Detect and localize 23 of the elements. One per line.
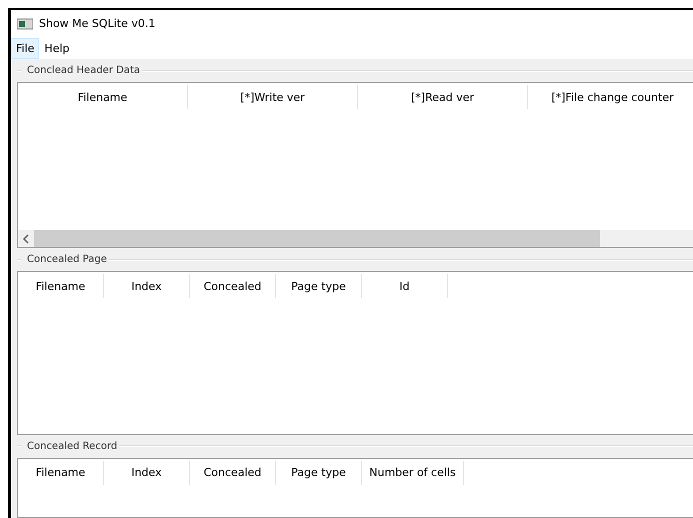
column-header[interactable]: [*]Read ver <box>358 85 528 110</box>
column-header[interactable]: Filename <box>18 274 104 298</box>
column-header[interactable]: Page type <box>276 274 362 298</box>
column-header[interactable]: Filename <box>18 460 104 485</box>
column-header[interactable]: Concealed <box>190 274 276 298</box>
group-title: Concealed Record <box>26 440 118 452</box>
column-header[interactable]: Filename <box>18 85 188 110</box>
horizontal-scrollbar[interactable] <box>18 230 693 248</box>
app-icon <box>17 18 33 30</box>
column-header[interactable]: [*]Write ver <box>188 85 358 110</box>
scrollbar-thumb[interactable] <box>34 230 600 248</box>
group-title: Concealed Page <box>26 254 107 266</box>
menu-item[interactable]: File <box>11 38 40 60</box>
window-title: Show Me SQLite v0.1 <box>39 17 156 30</box>
group-title: Conclead Header Data <box>26 65 140 76</box>
column-header[interactable]: Number of cells <box>362 460 464 485</box>
column-header[interactable]: Concealed <box>190 460 276 485</box>
column-header[interactable]: Id <box>362 274 448 298</box>
column-header[interactable]: Page type <box>276 460 362 485</box>
column-header[interactable]: Index <box>104 274 190 298</box>
column-header[interactable]: Index <box>104 460 190 485</box>
menu-item[interactable]: Help <box>39 38 74 60</box>
column-header[interactable]: [*]File change counter <box>528 85 693 110</box>
